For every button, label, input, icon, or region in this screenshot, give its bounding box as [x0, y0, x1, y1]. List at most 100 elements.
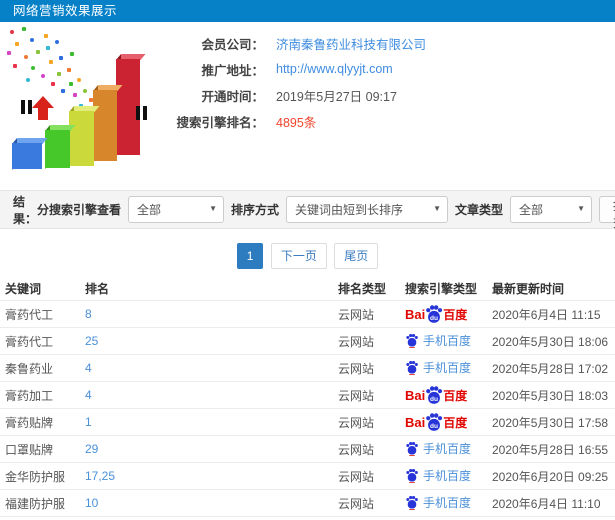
rank-cell: 8 — [85, 307, 338, 321]
baidu-logo: Bai du 百度 — [405, 412, 467, 432]
engine-select-wrap: 全部 — [128, 196, 225, 223]
chart-bar-green — [45, 125, 76, 169]
rank-type-cell: 云网站 — [338, 496, 375, 511]
rank-cell: 17,25 — [85, 469, 338, 483]
rank-link[interactable]: 1 — [85, 415, 92, 429]
rank-cell: 4 — [85, 388, 338, 402]
rank-type-cell: 云网站 — [338, 469, 375, 484]
baidu-mobile-logo: 手机百度 — [405, 440, 471, 457]
engine-cell: 手机百度 — [405, 332, 492, 351]
updated-cell: 2020年5月28日 17:02 — [492, 361, 609, 376]
company-label: 会员公司： — [201, 37, 264, 52]
filter-bar: 结果： 分搜索引擎查看 全部 排序方式 关键词由短到长排序 文章类型 全部 提交 — [0, 190, 615, 230]
next-page-button[interactable]: 下一页 — [270, 243, 327, 269]
updated-cell: 2020年6月4日 11:15 — [492, 307, 601, 322]
rank-cell: 25 — [85, 334, 338, 348]
keyword-cell: 金华防护服 — [5, 469, 66, 484]
page: 网络营销效果展示 会员公司： 济南秦鲁药业科技有限公司 推广地址： http:/… — [0, 0, 615, 520]
baidu-logo: Bai du 百度 — [405, 385, 467, 405]
keyword-cell: 秦鲁药业 — [5, 361, 54, 376]
engine-cell: 手机百度 — [405, 494, 492, 513]
engine-cell: 手机百度 — [405, 359, 492, 378]
header-rank-type: 排名类型 — [338, 281, 387, 296]
rank-count-value: 4895条 — [276, 115, 317, 130]
baidu-logo-latin: Bai — [405, 306, 426, 322]
rank-type-cell: 云网站 — [338, 442, 375, 457]
table-row: 福建防护服 10 云网站 手机百度 2020年6月4日 11:10 — [0, 489, 615, 516]
table-row-partial: 手机百度 — [0, 516, 615, 520]
table-row: 金华防护服 17,25 云网站 手机百度 2020年6月20日 09:25 — [0, 462, 615, 489]
rank-type-cell: 云网站 — [338, 334, 375, 349]
engine-filter-label: 分搜索引擎查看 — [37, 203, 122, 217]
baidu-logo-latin: Bai — [405, 414, 426, 430]
page-button-1[interactable]: 1 — [236, 243, 264, 269]
baidu-mobile-label: 手机百度 — [423, 495, 472, 510]
keyword-cell: 膏药代工 — [5, 334, 54, 349]
promo-url-link[interactable]: http://www.qlyyjt.com — [276, 62, 393, 76]
engine-cell: 手机百度 — [405, 440, 492, 459]
baidu-mobile-paw-icon — [406, 495, 418, 510]
updated-cell: 2020年5月28日 16:55 — [492, 442, 609, 457]
baidu-mobile-logo: 手机百度 — [405, 359, 471, 376]
growth-arrow-icon — [32, 96, 54, 121]
rank-count-label: 搜索引擎排名： — [176, 115, 264, 130]
article-type-select[interactable]: 全部 — [510, 196, 593, 223]
company-link[interactable]: 济南秦鲁药业科技有限公司 — [276, 34, 426, 53]
open-time-value: 2019年5月27日 09:17 — [276, 89, 397, 104]
rank-link[interactable]: 29 — [85, 442, 98, 456]
rank-cell: 10 — [85, 496, 338, 510]
pagination: 1 下一页 尾页 — [0, 243, 615, 269]
chart-bar-yellow — [69, 106, 100, 167]
rank-type-cell: 云网站 — [338, 388, 375, 403]
table-row: 膏药代工 8 云网站 Bai du 百度 2020年6月4日 11:15 — [0, 300, 615, 327]
updated-cell: 2020年5月30日 18:03 — [492, 388, 609, 403]
sort-select-wrap: 关键词由短到长排序 — [286, 196, 449, 223]
keyword-cell: 膏药代工 — [5, 307, 54, 322]
header-updated: 最新更新时间 — [492, 281, 565, 296]
results-table-body: 膏药代工 8 云网站 Bai du 百度 2020年6月4日 11:15 膏药代工 25 云网站手… — [0, 300, 615, 520]
rank-link[interactable]: 17,25 — [85, 469, 115, 483]
promo-url-label: 推广地址： — [201, 63, 264, 78]
table-row: 口罩贴牌 29 云网站 手机百度 2020年5月28日 16:55 — [0, 435, 615, 462]
keyword-cell: 福建防护服 — [5, 496, 66, 511]
engine-cell: Bai du 百度 — [405, 412, 492, 432]
engine-cell: Bai du 百度 — [405, 304, 492, 324]
engine-cell: 手机百度 — [405, 467, 492, 486]
table-row: 膏药贴牌 1 云网站 Bai du 百度 2020年5月30日 17:58 — [0, 408, 615, 435]
baidu-mobile-paw-icon — [406, 468, 418, 483]
engine-filter-select[interactable]: 全部 — [128, 196, 225, 223]
table-row: 秦鲁药业 4 云网站 手机百度 2020年5月28日 17:02 — [0, 354, 615, 381]
updated-cell: 2020年5月30日 17:58 — [492, 415, 609, 430]
baidu-mobile-label: 手机百度 — [423, 360, 472, 375]
sort-select[interactable]: 关键词由短到长排序 — [286, 196, 449, 223]
baidu-mobile-logo: 手机百度 — [405, 467, 471, 484]
table-row: 膏药代工 25 云网站 手机百度 2020年5月30日 18:06 — [0, 327, 615, 354]
open-time-label: 开通时间： — [201, 89, 264, 104]
submit-button[interactable]: 提交 — [599, 196, 615, 230]
filter-controls: 分搜索引擎查看 全部 排序方式 关键词由短到长排序 文章类型 全部 提交 — [37, 196, 615, 230]
table-row: 膏药加工 4 云网站 Bai du 百度 2020年5月30日 18:03 — [0, 381, 615, 408]
baidu-mobile-label: 手机百度 — [423, 333, 472, 348]
rank-link[interactable]: 10 — [85, 496, 98, 510]
keyword-cell: 膏药加工 — [5, 388, 54, 403]
rank-link[interactable]: 8 — [85, 307, 92, 321]
rank-cell: 1 — [85, 415, 338, 429]
rank-cell: 4 — [85, 361, 338, 375]
svg-text:du: du — [430, 315, 438, 322]
businessman-figure-left — [18, 100, 34, 114]
rank-link[interactable]: 4 — [85, 361, 92, 375]
rank-link[interactable]: 4 — [85, 388, 92, 402]
rank-link[interactable]: 25 — [85, 334, 98, 348]
chart-bar-blue — [12, 138, 48, 170]
info-row-company: 会员公司： 济南秦鲁药业科技有限公司 — [172, 34, 426, 52]
baidu-mobile-label: 手机百度 — [423, 468, 472, 483]
baidu-mobile-paw-icon — [406, 360, 418, 375]
rank-cell: 29 — [85, 442, 338, 456]
header-engine-type: 搜索引擎类型 — [405, 281, 478, 296]
baidu-paw-icon: du — [426, 305, 443, 323]
rank-type-cell: 云网站 — [338, 415, 375, 430]
info-row-url: 推广地址： http://www.qlyyjt.com — [172, 60, 426, 78]
updated-cell: 2020年6月20日 09:25 — [492, 469, 609, 484]
last-page-button[interactable]: 尾页 — [334, 243, 379, 269]
info-section: 会员公司： 济南秦鲁药业科技有限公司 推广地址： http://www.qlyy… — [0, 22, 615, 185]
